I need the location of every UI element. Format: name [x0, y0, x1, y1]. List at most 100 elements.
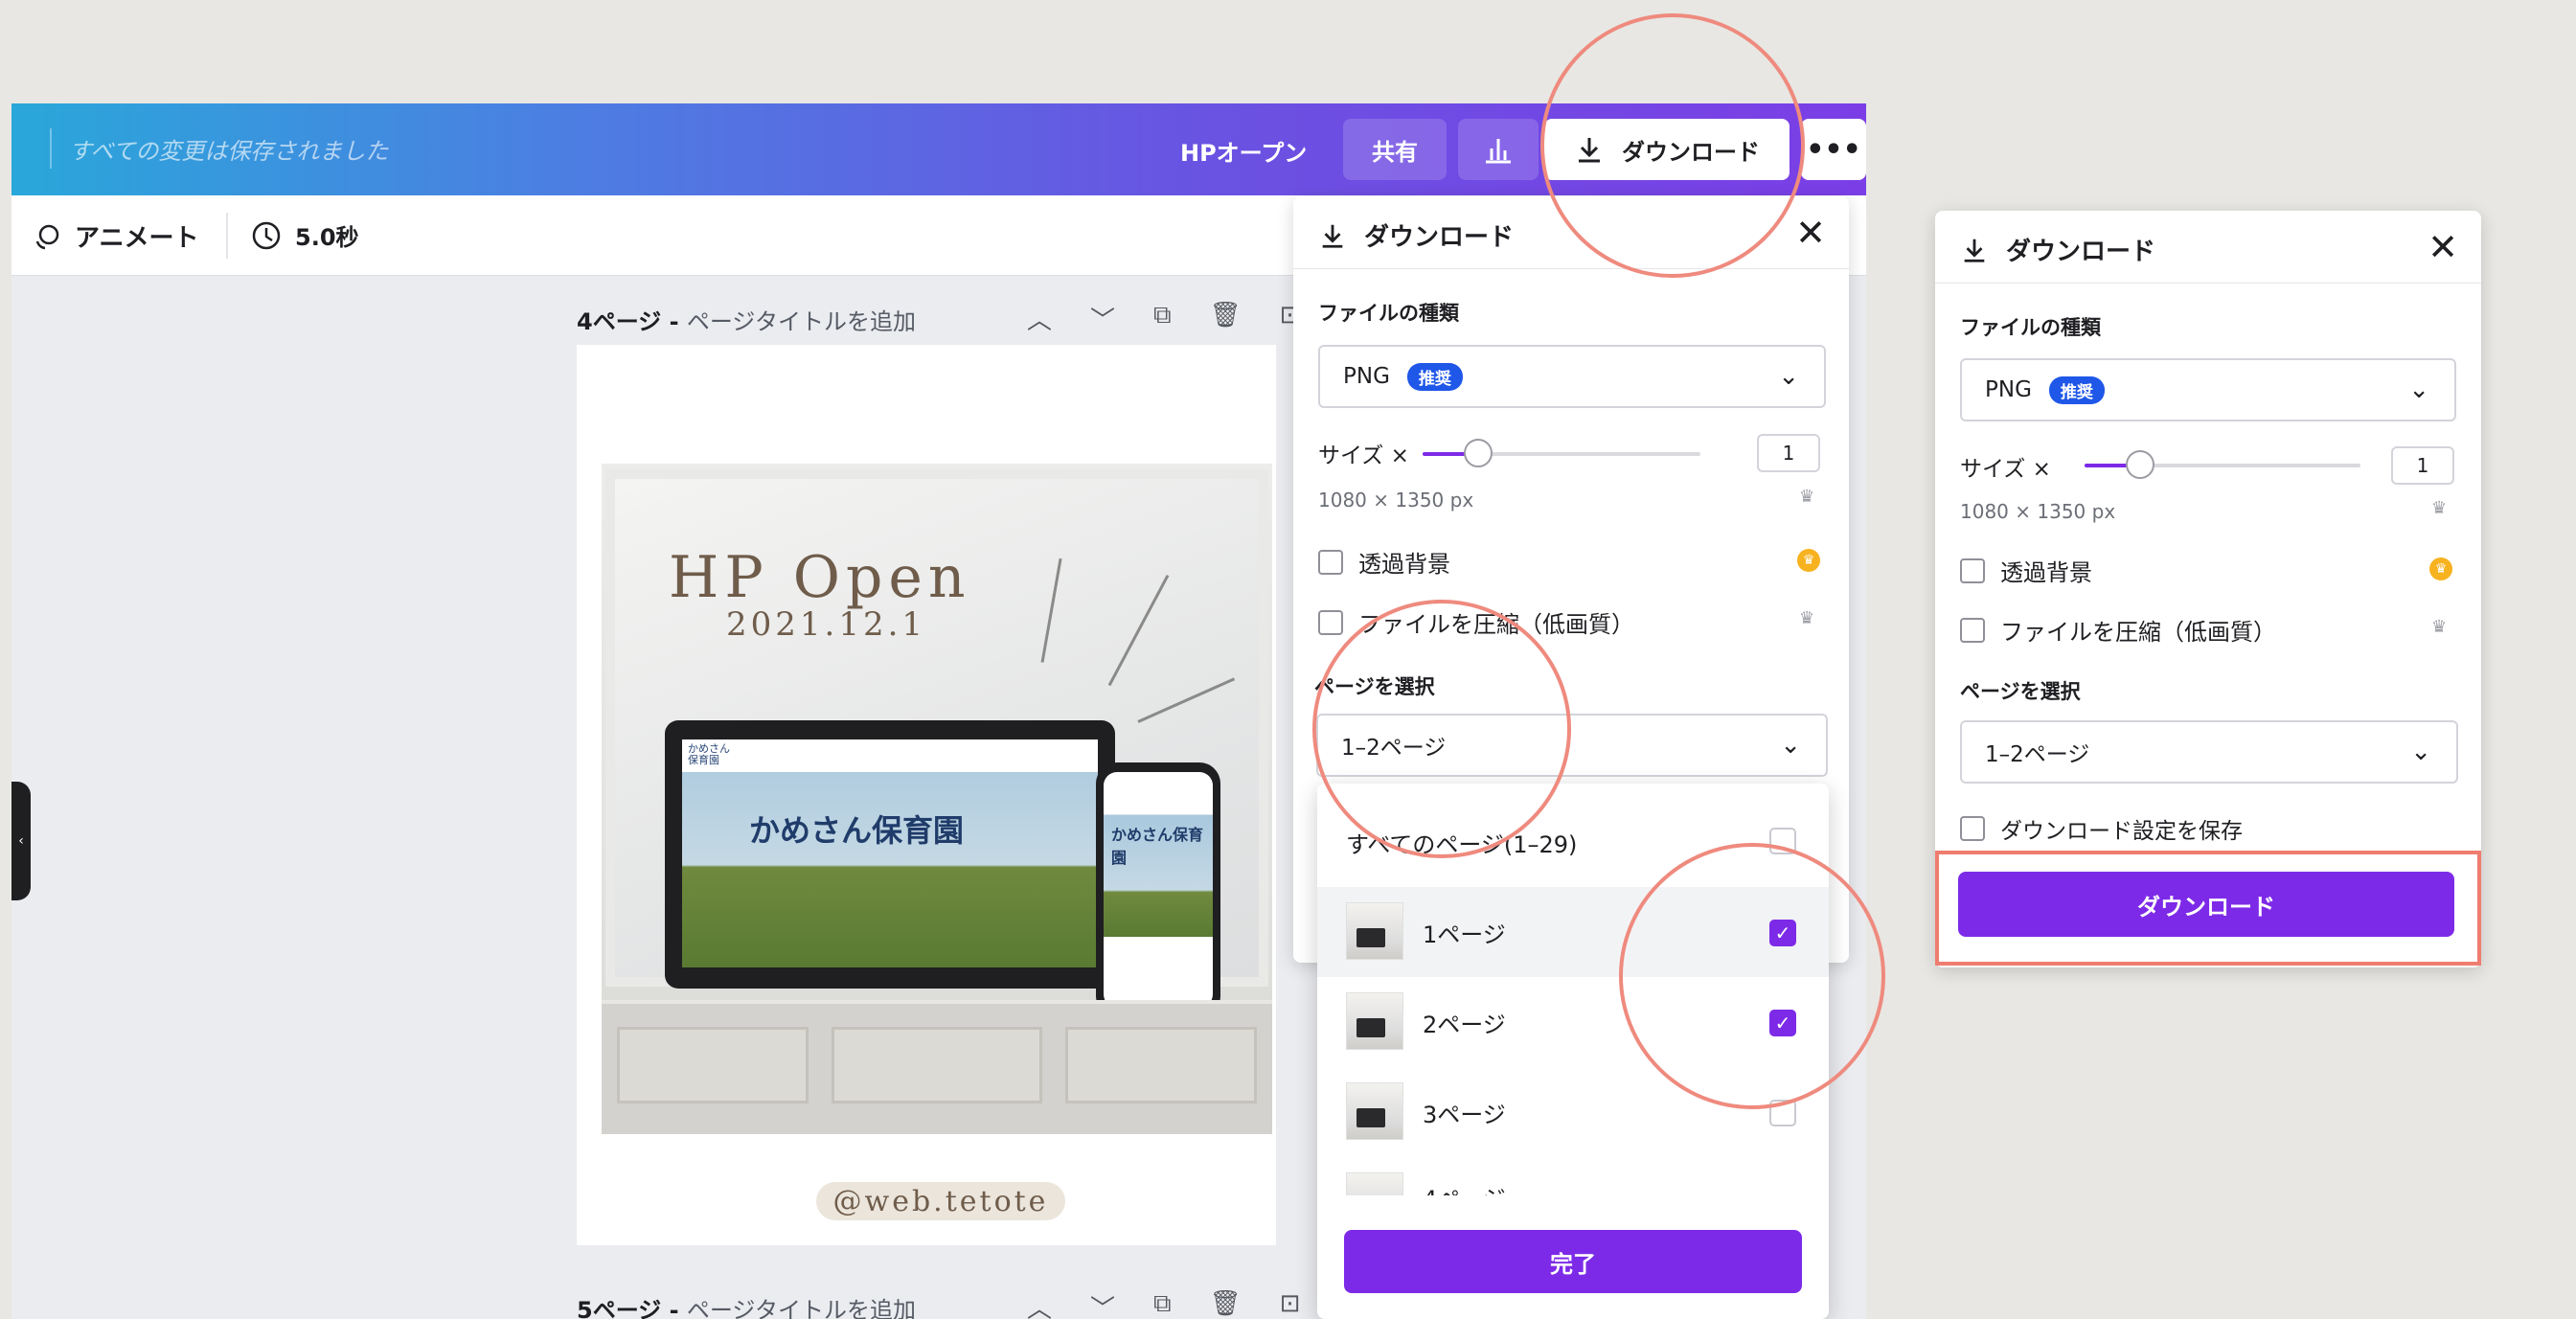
crown-icon: ♛	[2431, 617, 2448, 637]
page-thumbnail	[1346, 902, 1403, 960]
design-title-text: HP Open	[669, 544, 971, 611]
animate-icon	[35, 224, 59, 249]
more-options-button[interactable]: •••	[1801, 119, 1866, 180]
download-panel-header: ダウンロード ✕	[1935, 211, 2481, 284]
transparent-bg-label: 透過背景	[1358, 551, 1450, 578]
duration-button[interactable]: 5.0秒	[251, 218, 359, 252]
download-panel-title-text: ダウンロード	[2006, 238, 2156, 266]
collapse-panel-tab[interactable]: ‹	[11, 782, 31, 900]
close-icon[interactable]: ✕	[1795, 212, 1826, 254]
page-select-value: 1–2ページ	[1985, 742, 2090, 767]
website-logo: かめさん 保育園	[688, 742, 730, 766]
size-input[interactable]: 1	[2391, 446, 2454, 485]
laptop-mockup: かめさん 保育園 かめさん保育園	[665, 720, 1115, 989]
page-option[interactable]: 4ページ	[1317, 1157, 1829, 1195]
download-icon	[1322, 224, 1343, 248]
page-select-label: ページを選択	[1960, 680, 2081, 703]
size-slider[interactable]	[2085, 450, 2360, 479]
size-label: サイズ ×	[1960, 457, 2051, 482]
drawer	[832, 1027, 1042, 1103]
close-icon[interactable]: ✕	[2428, 226, 2458, 268]
trash-icon[interactable]: 🗑	[1210, 1289, 1242, 1319]
compress-checkbox[interactable]	[1318, 609, 1343, 635]
dimensions-text: 1080 × 1350 px	[1960, 500, 2116, 523]
trash-icon[interactable]: 🗑	[1210, 301, 1242, 336]
page-option-label: 4ページ	[1423, 1180, 1506, 1195]
size-slider-knob[interactable]	[1464, 439, 1493, 467]
download-icon	[1964, 239, 1985, 262]
drawer	[617, 1027, 809, 1103]
annotation-circle	[1540, 13, 1805, 278]
crown-icon: ♛	[2431, 498, 2448, 518]
duplicate-page-icon[interactable]: ⧉	[1153, 301, 1172, 336]
crown-icon: ♛	[1799, 487, 1815, 507]
chevron-down-icon: ⌄	[1780, 731, 1801, 760]
file-type-select[interactable]: PNG 推奨 ⌄	[1318, 345, 1826, 408]
clock-icon	[252, 221, 281, 249]
chevron-down-icon: ⌄	[1778, 362, 1799, 391]
file-type-select[interactable]: PNG 推奨 ⌄	[1960, 358, 2456, 421]
pro-crown-icon: ♛	[1797, 549, 1820, 572]
chevron-down-icon[interactable]: ﹀	[1090, 1289, 1115, 1319]
page-option-label: 2ページ	[1423, 1012, 1506, 1038]
compress-option[interactable]: ファイルを圧縮（低画質）	[1960, 613, 2276, 647]
page-option-label: 3ページ	[1423, 1102, 1506, 1128]
bar-chart-icon	[1486, 139, 1511, 164]
topbar-divider	[50, 128, 52, 169]
compress-checkbox[interactable]	[1960, 617, 1985, 643]
transparent-bg-option[interactable]: 透過背景	[1318, 545, 1450, 579]
page-tools: ︿ ﹀ ⧉ 🗑 ⊡	[1027, 301, 1300, 336]
annotation-circle	[1312, 600, 1571, 858]
download-panel-title: ダウンロード	[1318, 217, 1514, 253]
done-button[interactable]: 完了	[1344, 1230, 1802, 1293]
laptop-screen: かめさん 保育園 かめさん保育園	[682, 739, 1098, 967]
file-type-value: PNG	[1343, 364, 1390, 389]
annotation-circle	[1619, 843, 1885, 1109]
website-brand: かめさん保育園	[749, 812, 965, 849]
size-label: サイズ ×	[1318, 443, 1409, 468]
save-settings-checkbox[interactable]	[1960, 816, 1985, 841]
file-type-value: PNG	[1985, 377, 2032, 402]
add-page-icon[interactable]: ⊡	[1280, 1289, 1301, 1319]
save-settings-option[interactable]: ダウンロード設定を保存	[1960, 812, 2243, 845]
design-title-button[interactable]: HPオープン	[1180, 134, 1307, 168]
toolbar-divider	[226, 213, 228, 259]
chevron-up-icon[interactable]: ︿	[1027, 301, 1052, 336]
page-thumbnail	[1346, 1082, 1403, 1140]
duplicate-page-icon[interactable]: ⧉	[1153, 1289, 1172, 1319]
design-handle-text: @web.tetote	[816, 1182, 1065, 1220]
page-select[interactable]: 1–2ページ ⌄	[1960, 720, 2458, 784]
page-title-input[interactable]: ページタイトルを追加	[687, 308, 916, 335]
transparent-bg-label: 透過背景	[2000, 559, 2092, 586]
insights-button[interactable]	[1458, 119, 1539, 180]
transparent-bg-checkbox[interactable]	[1318, 549, 1343, 575]
page-title-input[interactable]: ページタイトルを追加	[687, 1297, 916, 1319]
page-thumbnail	[1346, 1172, 1403, 1195]
recommended-badge: 推奨	[2048, 375, 2105, 404]
file-type-label: ファイルの種類	[1960, 316, 2101, 339]
size-input[interactable]: 1	[1757, 434, 1820, 472]
transparent-bg-option[interactable]: 透過背景	[1960, 554, 2092, 587]
share-button[interactable]: 共有	[1343, 119, 1447, 180]
size-slider-knob[interactable]	[2126, 450, 2154, 479]
website-nav: かめさん 保育園	[682, 739, 1098, 772]
save-status: すべての変更は保存されました	[69, 138, 389, 165]
dimensions-text: 1080 × 1350 px	[1318, 489, 1474, 512]
design-photo: HP Open 2021.12.1 かめさん 保育園 かめさん保育園 かめさん保…	[602, 464, 1272, 1134]
size-slider[interactable]	[1423, 439, 1700, 467]
compress-label: ファイルを圧縮（低画質）	[2000, 619, 2276, 646]
chevron-down-icon: ⌄	[2408, 375, 2429, 404]
download-panel-title: ダウンロード	[1960, 232, 2155, 267]
animate-button[interactable]: アニメート	[33, 218, 198, 254]
transparent-bg-checkbox[interactable]	[1960, 557, 1985, 583]
phone-screen: かめさん保育園	[1104, 772, 1213, 1008]
phone-brand: かめさん保育園	[1111, 826, 1204, 867]
download-panel-title-text: ダウンロード	[1364, 223, 1515, 252]
page-option-label: 1ページ	[1423, 921, 1506, 948]
design-page[interactable]: HP Open 2021.12.1 かめさん 保育園 かめさん保育園 かめさん保…	[577, 345, 1276, 1245]
chevron-down-icon[interactable]: ﹀	[1090, 301, 1115, 336]
page-tools: ︿ ﹀ ⧉ 🗑 ⊡	[1027, 1289, 1300, 1319]
page-header: 4ページ - ページタイトルを追加	[577, 303, 916, 336]
recommended-badge: 推奨	[1406, 362, 1463, 391]
chevron-up-icon[interactable]: ︿	[1027, 1289, 1052, 1319]
